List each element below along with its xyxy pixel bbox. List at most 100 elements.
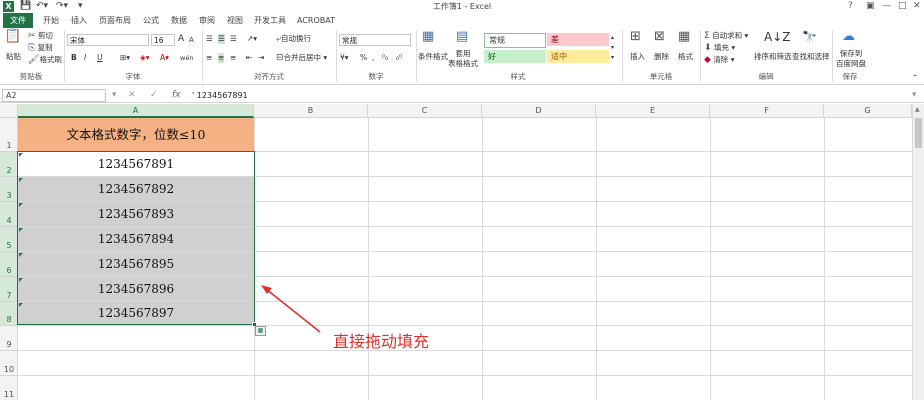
align-right-icon[interactable]: ≡ — [230, 53, 236, 63]
style-good[interactable]: 好 — [484, 50, 546, 63]
column-header-e[interactable]: E — [596, 104, 710, 118]
align-bottom-icon[interactable]: ☰ — [230, 34, 237, 44]
formula-input[interactable]: ' 1234567891 — [192, 89, 912, 102]
autosum-button[interactable]: Σ 自动求和 ▾ — [704, 31, 748, 41]
row-header-9[interactable]: 9 — [0, 326, 18, 351]
style-normal[interactable]: 常规 — [484, 33, 546, 48]
delete-cells-button[interactable]: 删除 — [654, 52, 669, 62]
row-header-3[interactable]: 3 — [0, 177, 18, 202]
cell-a3[interactable]: 1234567892 — [18, 177, 254, 201]
tab-formulas[interactable]: 公式 — [138, 13, 164, 28]
tab-developer[interactable]: 开发工具 — [250, 13, 290, 28]
row-header-6[interactable]: 6 — [0, 252, 18, 277]
phonetic-button[interactable]: wén — [180, 53, 193, 63]
column-header-d[interactable]: D — [482, 104, 596, 118]
percent-button[interactable]: % — [360, 53, 367, 63]
enter-icon[interactable]: ✓ — [150, 89, 158, 102]
align-top-icon[interactable]: ☰ — [206, 34, 213, 44]
expand-formula-icon[interactable]: ▾ — [912, 89, 917, 102]
delete-cells-icon[interactable]: ⊠ — [654, 30, 665, 43]
close-icon[interactable]: ✕ — [913, 0, 921, 13]
insert-cells-icon[interactable]: ⊞ — [630, 30, 641, 43]
format-cells-button[interactable]: 格式 — [678, 52, 693, 62]
baidu-cloud-icon[interactable]: ☁ — [842, 30, 855, 43]
column-header-b[interactable]: B — [254, 104, 368, 118]
column-header-f[interactable]: F — [710, 104, 824, 118]
tab-view[interactable]: 视图 — [222, 13, 248, 28]
format-as-table-button[interactable]: 套用 表格格式 — [448, 49, 478, 69]
format-painter-button[interactable]: 🖌格式刷 — [28, 55, 62, 65]
orientation-icon[interactable]: ↗▾ — [247, 34, 257, 44]
format-cells-icon[interactable]: ▦ — [678, 30, 690, 43]
font-name-select[interactable]: 宋体 — [67, 34, 149, 46]
decrease-decimal-icon[interactable]: ₀⁰ — [396, 53, 402, 63]
shrink-font-button[interactable]: A — [189, 35, 194, 45]
minimize-icon[interactable]: — — [882, 0, 891, 13]
fill-button[interactable]: ⬇ 填充 ▾ — [704, 43, 735, 53]
fill-color-icon[interactable]: ◈▾ — [140, 53, 150, 63]
scroll-thumb[interactable] — [915, 118, 922, 148]
row-header-2[interactable]: 2 — [0, 152, 18, 177]
find-select-button[interactable]: 查找和选择 — [792, 52, 830, 62]
tab-insert[interactable]: 插入 — [66, 13, 92, 28]
wrap-text-button[interactable]: ⤶自动换行 — [276, 34, 311, 44]
insert-function-button[interactable]: fx — [172, 89, 181, 102]
save-to-baidu-button[interactable]: 保存到 百度网盘 — [836, 49, 866, 69]
sort-filter-icon[interactable]: A↓Z — [764, 31, 790, 43]
cell-a8[interactable]: 1234567897 — [18, 302, 254, 325]
maximize-icon[interactable]: □ — [898, 0, 907, 13]
cell-a4[interactable]: 1234567893 — [18, 202, 254, 226]
copy-button[interactable]: ⎘ 复制 — [28, 43, 53, 53]
cell-a6[interactable]: 1234567895 — [18, 252, 254, 276]
merge-center-button[interactable]: ⊟合并后居中 ▾ — [276, 53, 327, 63]
name-box-dropdown-icon[interactable]: ▾ — [112, 89, 117, 102]
conditional-format-icon[interactable]: ▦ — [422, 30, 434, 43]
bold-button[interactable]: B — [71, 53, 77, 63]
style-neutral[interactable]: 适中 — [547, 50, 609, 63]
sort-filter-button[interactable]: 排序和筛选 — [754, 52, 792, 62]
help-icon[interactable]: ? — [848, 0, 853, 13]
increase-decimal-icon[interactable]: ⁰₀ — [382, 53, 388, 63]
find-select-icon[interactable]: 🔭 — [802, 31, 817, 43]
scroll-up-icon[interactable]: ▲ — [915, 106, 920, 113]
cell-a5[interactable]: 1234567894 — [18, 227, 254, 251]
paste-icon[interactable]: 📋 — [4, 29, 21, 43]
comma-button[interactable]: , — [372, 53, 374, 63]
cut-button[interactable]: ✂ 剪切 — [28, 31, 53, 41]
cell-a1[interactable]: 文本格式数字，位数≤10 — [18, 118, 254, 151]
increase-indent-icon[interactable]: ⇥ — [258, 53, 264, 63]
currency-icon[interactable]: ¥▾ — [340, 53, 349, 63]
underline-button[interactable]: U — [97, 53, 103, 63]
ribbon-display-icon[interactable]: ▣ — [866, 0, 875, 13]
align-middle-icon[interactable]: ☰ — [218, 34, 225, 44]
collapse-ribbon-icon[interactable]: ⌃ — [912, 73, 918, 83]
row-header-4[interactable]: 4 — [0, 202, 18, 227]
tab-page-layout[interactable]: 页面布局 — [96, 13, 134, 28]
row-header-10[interactable]: 10 — [0, 351, 18, 376]
tab-review[interactable]: 审阅 — [194, 13, 220, 28]
font-color-icon[interactable]: A▾ — [160, 53, 169, 63]
paste-button[interactable]: 粘贴 — [6, 52, 21, 62]
format-as-table-icon[interactable]: ▤ — [456, 30, 468, 43]
italic-button[interactable]: I — [84, 53, 86, 63]
tab-acrobat[interactable]: ACROBAT — [294, 13, 338, 28]
decrease-indent-icon[interactable]: ⇤ — [246, 53, 252, 63]
clear-button[interactable]: ◆ 清除 ▾ — [704, 55, 734, 65]
column-header-g[interactable]: G — [824, 104, 912, 118]
styles-more-icon[interactable]: ▴ ▾ ▾ — [611, 33, 614, 63]
column-header-a[interactable]: A — [18, 104, 254, 118]
align-center-icon[interactable]: ≡ — [218, 53, 225, 63]
align-left-icon[interactable]: ≡ — [206, 53, 212, 63]
column-header-c[interactable]: C — [368, 104, 482, 118]
cell-a2[interactable]: 1234567891 — [18, 152, 254, 176]
font-size-select[interactable]: 16 — [151, 34, 175, 46]
conditional-format-button[interactable]: 条件格式 — [418, 52, 448, 62]
select-all-button[interactable] — [0, 104, 18, 118]
grow-font-button[interactable]: A — [178, 34, 184, 44]
cell-a7[interactable]: 1234567896 — [18, 277, 254, 301]
row-header-5[interactable]: 5 — [0, 227, 18, 252]
tab-home[interactable]: 开始 — [38, 13, 64, 28]
row-header-1[interactable]: 1 — [0, 118, 18, 152]
border-icon[interactable]: ⊞▾ — [120, 53, 130, 63]
cancel-icon[interactable]: ✕ — [128, 89, 136, 102]
